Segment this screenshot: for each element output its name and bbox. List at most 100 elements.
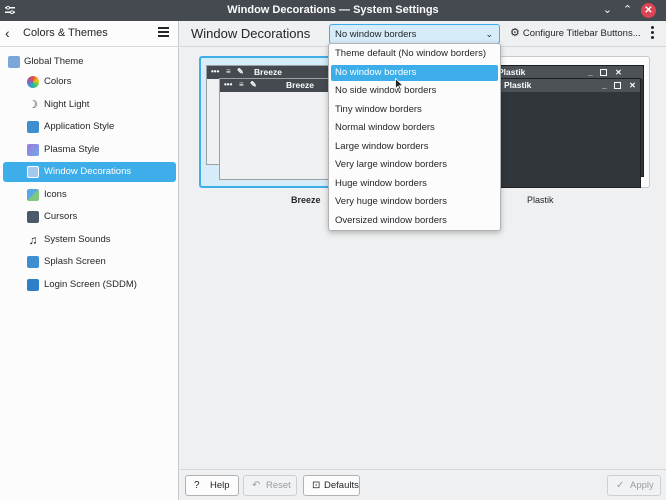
theme-card-breeze[interactable]: ••• ≡ ✎ Breeze ••• ≡ ✎ Breeze (199, 56, 331, 188)
pin-icon: ✎ (250, 80, 257, 89)
sidebar-item-window-decorations[interactable]: Window Decorations (3, 162, 176, 182)
sidebar-item-label: Global Theme (24, 56, 84, 67)
sidebar-item-label: Login Screen (SDDM) (44, 279, 137, 290)
dropdown-option[interactable]: Very large window borders (331, 157, 498, 173)
sidebar: ‹ Colors & Themes Global Theme Colors ☽ … (0, 21, 179, 500)
sidebar-item-label: Window Decorations (44, 166, 132, 177)
sidebar-item-system-sounds[interactable]: ♫ System Sounds (3, 230, 176, 250)
border-size-combobox[interactable]: No window borders ⌄ (329, 24, 500, 44)
night-light-icon: ☽ (28, 99, 38, 111)
configure-titlebar-buttons-button[interactable]: ⚙ Configure Titlebar Buttons... (510, 26, 641, 39)
defaults-icon: ⊡ (312, 480, 321, 491)
colors-icon (27, 76, 39, 88)
sidebar-item-label: Cursors (44, 211, 78, 222)
checkmark-icon: ✓ (616, 480, 625, 491)
dropdown-option[interactable]: Tiny window borders (331, 102, 498, 118)
sidebar-item-splash-screen[interactable]: Splash Screen (3, 252, 176, 272)
back-category-label[interactable]: Colors & Themes (23, 27, 108, 39)
gear-icon: ⚙ (510, 27, 520, 39)
apply-label: Apply (630, 480, 654, 491)
theme-name-breeze: Breeze (291, 195, 321, 205)
dropdown-option-label: Large window borders (335, 141, 429, 152)
dropdown-option[interactable]: No side window borders (331, 83, 498, 99)
sidebar-item-label: Application Style (44, 121, 115, 132)
footer-bar: ? Help ↶ Reset ⊡ Defaults ✓ Apply (180, 469, 666, 500)
dropdown-option-label: No side window borders (335, 85, 437, 96)
defaults-button[interactable]: ⊡ Defaults (303, 475, 360, 496)
dropdown-option-label: Tiny window borders (335, 104, 422, 115)
reset-label: Reset (266, 480, 291, 491)
dropdown-option-label: Huge window borders (335, 178, 427, 189)
sidebar-item-cursors[interactable]: Cursors (3, 207, 176, 227)
reset-button[interactable]: ↶ Reset (243, 475, 297, 496)
sidebar-item-plasma-style[interactable]: Plasma Style (3, 140, 176, 160)
breeze-preview-front-window: ••• ≡ ✎ Breeze (219, 78, 331, 180)
sidebar-item-label: Night Light (44, 99, 90, 110)
help-button[interactable]: ? Help (185, 475, 239, 496)
window-decorations-icon (27, 166, 39, 178)
dropdown-option-selected[interactable]: No window borders (331, 65, 498, 81)
global-theme-icon (8, 56, 20, 68)
close-icon: ✕ (615, 68, 622, 77)
page-title: Window Decorations (191, 26, 311, 41)
minimize-icon[interactable]: ⌄ (600, 3, 615, 18)
close-icon: ✕ (629, 81, 636, 90)
cursors-icon (27, 211, 39, 223)
system-sounds-icon: ♫ (28, 233, 38, 247)
sidebar-item-night-light[interactable]: ☽ Night Light (3, 95, 176, 115)
border-size-dropdown: Theme default (No window borders) No win… (328, 43, 501, 231)
theme-name-plastik: Plastik (527, 195, 554, 205)
sidebar-item-label: Splash Screen (44, 256, 106, 267)
more-options-icon[interactable] (646, 26, 660, 40)
icons-icon (27, 189, 39, 201)
preview-window-title: Breeze (254, 67, 282, 77)
sidebar-item-colors[interactable]: Colors (3, 72, 176, 92)
dropdown-option[interactable]: Large window borders (331, 139, 498, 155)
hamburger-menu-icon[interactable] (158, 27, 169, 37)
sidebar-item-application-style[interactable]: Application Style (3, 117, 176, 137)
plasma-style-icon (27, 144, 39, 156)
dropdown-option[interactable]: Theme default (No window borders) (331, 46, 498, 62)
application-style-icon (27, 121, 39, 133)
sidebar-item-label: System Sounds (44, 234, 111, 245)
help-icon: ? (194, 480, 200, 491)
window-title: Window Decorations — System Settings (227, 4, 439, 16)
sidebar-item-login-screen[interactable]: Login Screen (SDDM) (3, 275, 176, 295)
window-menu-icon: ••• (224, 80, 233, 89)
dropdown-option[interactable]: Oversized window borders (331, 213, 498, 229)
undo-icon: ↶ (252, 480, 261, 491)
sidebar-item-label: Icons (44, 189, 67, 200)
preview-window-title: Breeze (286, 80, 314, 90)
dropdown-option-label: Normal window borders (335, 122, 435, 133)
help-label: Help (210, 480, 230, 491)
dropdown-option-label: Very huge window borders (335, 196, 447, 207)
sidebar-item-icons[interactable]: Icons (3, 185, 176, 205)
sidebar-header: ‹ Colors & Themes (0, 21, 179, 47)
configure-titlebar-buttons-label: Configure Titlebar Buttons... (522, 28, 641, 39)
back-arrow-icon[interactable]: ‹ (5, 26, 10, 40)
login-screen-icon (27, 279, 39, 291)
dropdown-option-label: Theme default (No window borders) (335, 48, 487, 59)
dropdown-option-label: Very large window borders (335, 159, 447, 170)
close-icon[interactable]: ✕ (641, 3, 656, 18)
window-titlebar: Window Decorations — System Settings ⌄ ⌃… (0, 0, 666, 21)
apply-button[interactable]: ✓ Apply (607, 475, 661, 496)
maximize-icon (614, 82, 621, 89)
border-size-value: No window borders (335, 29, 417, 40)
dropdown-option[interactable]: Very huge window borders (331, 194, 498, 210)
dropdown-option[interactable]: Normal window borders (331, 120, 498, 136)
maximize-icon[interactable]: ⌃ (620, 3, 635, 18)
maximize-icon (600, 69, 607, 76)
sidebar-item-label: Colors (44, 76, 72, 87)
preview-window-title: Plastik (498, 67, 526, 77)
dropdown-option[interactable]: Huge window borders (331, 176, 498, 192)
defaults-label: Defaults (324, 480, 359, 491)
sidebar-item-global-theme[interactable]: Global Theme (3, 52, 176, 72)
preview-window-title: Plastik (504, 80, 532, 90)
plastik-preview-front-window: Plastik _ ✕ (481, 78, 641, 188)
splash-screen-icon (27, 256, 39, 268)
minimize-icon: _ (602, 81, 607, 90)
minimize-icon: _ (588, 68, 593, 77)
hamburger-menu-icon: ≡ (239, 80, 244, 89)
chevron-down-icon: ⌄ (485, 29, 493, 39)
